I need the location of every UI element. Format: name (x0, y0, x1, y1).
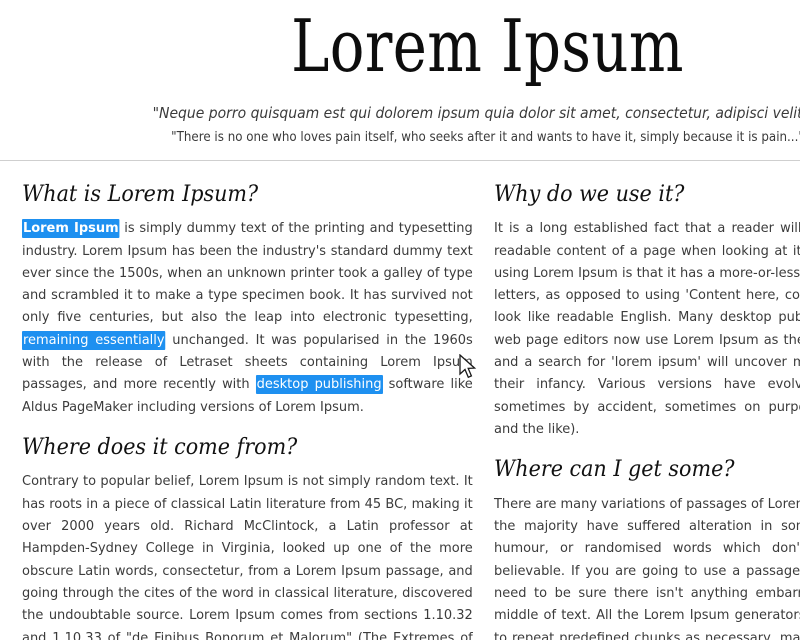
document-page: Lorem Ipsum "Neque porro quisquam est qu… (0, 0, 800, 640)
text-selection-remaining-essentially[interactable]: remaining essentially (22, 330, 166, 350)
tagline-latin: "Neque porro quisquam est qui dolorem ip… (152, 103, 800, 122)
text-selection-desktop-publishing[interactable]: desktop publishing (255, 375, 383, 395)
tagline-english: "There is no one who loves pain itself, … (171, 128, 800, 145)
left-column: What is Lorem Ipsum? Lorem Ipsum is simp… (22, 171, 473, 640)
page-title: Lorem Ipsum (291, 4, 684, 88)
paragraph-why-do-we-use-it: It is a long established fact that a rea… (494, 220, 800, 437)
two-column-body: What is Lorem Ipsum? Lorem Ipsum is simp… (0, 171, 800, 640)
page-header: Lorem Ipsum "Neque porro quisquam est qu… (0, 0, 800, 146)
right-column: Why do we use it? It is a long establish… (494, 171, 800, 640)
paragraph-where-can-i-get-some: There are many variations of passages of… (494, 495, 800, 640)
paragraph-where-does-it-come-from: Contrary to popular belief, Lorem Ipsum … (22, 473, 473, 640)
header-divider (0, 159, 800, 161)
section-heading-where-does-it-come-from: Where does it come from? (22, 434, 298, 460)
section-heading-where-can-i-get-some: Where can I get some? (494, 457, 735, 483)
section-heading-why-do-we-use-it: Why do we use it? (494, 181, 685, 207)
paragraph-what-is-lorem-ipsum: Lorem Ipsum is simply dummy text of the … (22, 217, 473, 418)
text-selection-lorem-ipsum[interactable]: Lorem Ipsum (22, 219, 120, 239)
section-heading-what-is-lorem-ipsum: What is Lorem Ipsum? (22, 181, 259, 207)
tagline-block: "Neque porro quisquam est qui dolorem ip… (0, 103, 800, 146)
